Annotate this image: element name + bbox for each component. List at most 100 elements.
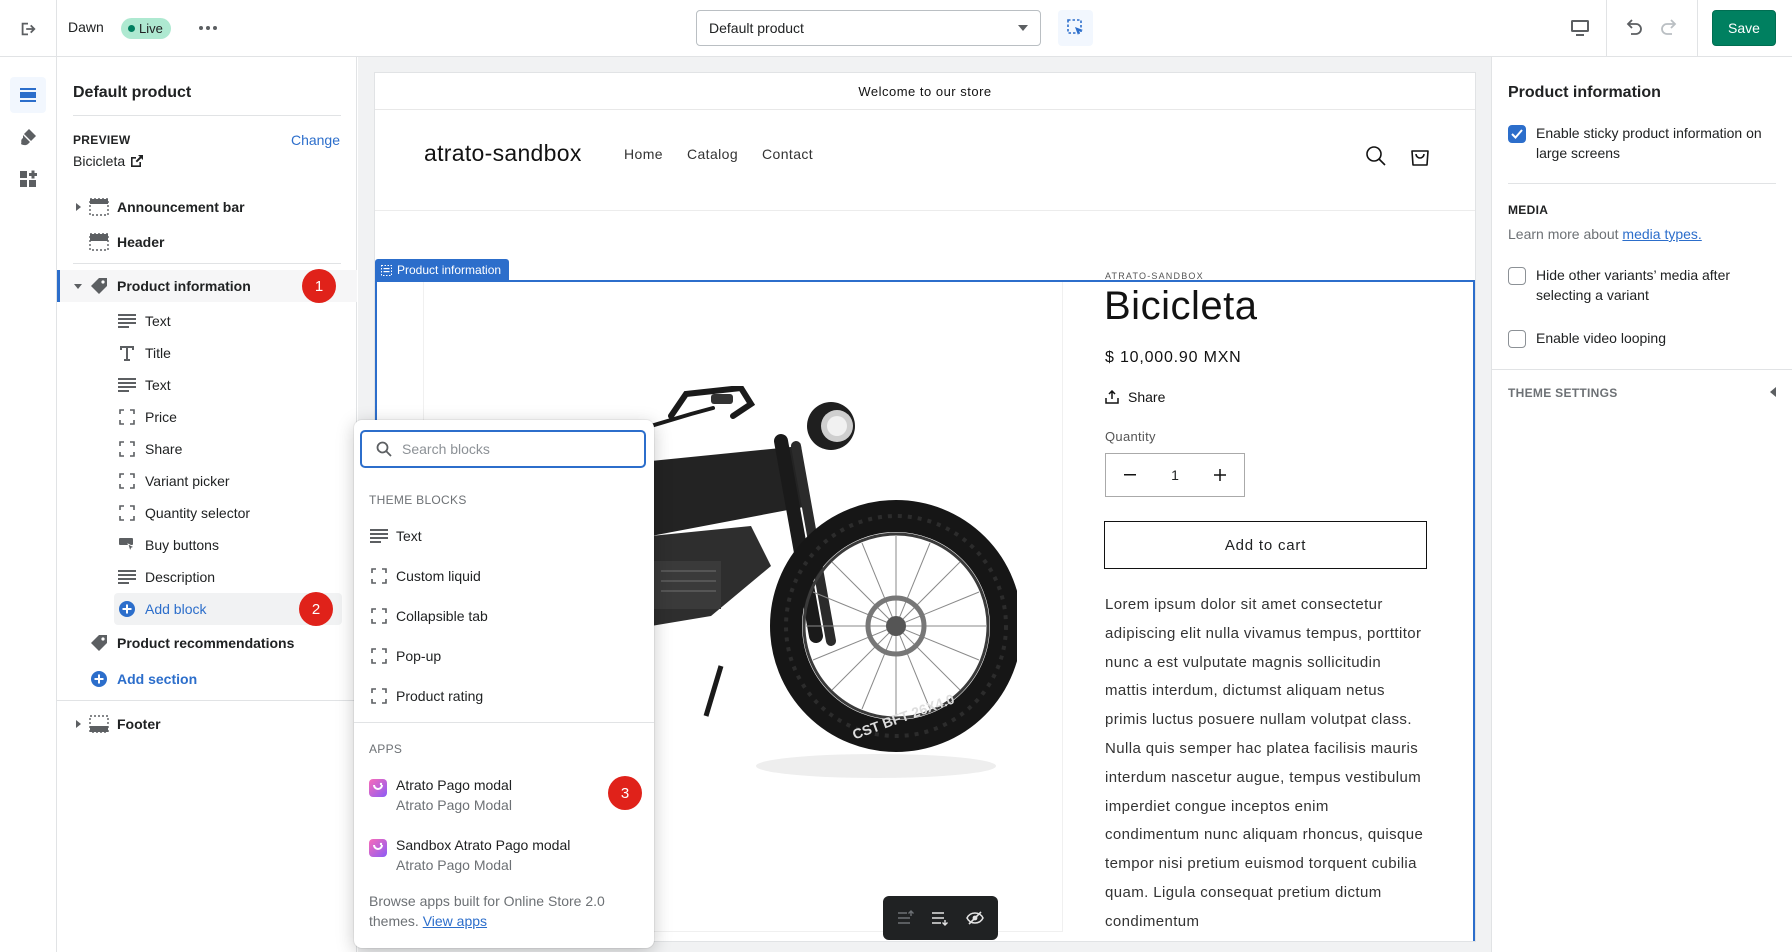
video-looping-label: Enable video looping [1536,330,1666,346]
add-block-popover: Search blocks THEME BLOCKS Text Custom l… [354,420,654,948]
product-image-bicycle[interactable]: CST BFT 26X4.0 [651,386,1017,806]
add-block-label: Add block [145,601,207,617]
search-icon[interactable] [1365,145,1387,167]
nav-home[interactable]: Home [624,146,663,162]
annotation-badge-3: 3 [608,776,642,810]
store-logo[interactable]: atrato-sandbox [424,140,582,167]
add-section-button[interactable]: Add section [57,663,357,695]
search-blocks-input-wrapper[interactable]: Search blocks [360,430,646,468]
block-option-label: Pop-up [396,648,442,664]
app-block-sub: Atrato Pago Modal [396,857,512,873]
sticky-info-label: Enable sticky product information on lar… [1536,125,1762,161]
block-title[interactable]: Title [57,337,357,369]
browse-apps-note: Browse apps built for Online Store 2.0 t… [369,891,629,931]
theme-block-collapsible-tab[interactable]: Collapsible tab [354,598,654,634]
announcement-bar[interactable]: Welcome to our store [375,73,1475,110]
share-label: Share [1128,389,1166,405]
block-share[interactable]: Share [57,433,357,465]
sections-tab-button[interactable] [10,77,46,113]
apps-tab-button[interactable] [10,161,46,197]
product-description: Lorem ipsum dolor sit amet consectetur a… [1105,596,1424,930]
apps-icon [18,169,38,189]
block-text[interactable]: Text [57,305,357,337]
plus-icon[interactable] [1213,469,1226,481]
block-frame-icon [369,566,389,586]
sections-icon [18,85,38,105]
more-actions-button[interactable] [196,16,220,40]
checkmark-icon [1511,129,1523,139]
template-select[interactable]: Default product [696,10,1041,46]
section-footer[interactable]: Footer [57,708,357,740]
sidebar-divider [57,700,357,701]
section-label: Footer [117,716,161,732]
theme-name: Dawn [68,19,104,35]
section-header[interactable]: Header [57,226,357,258]
block-option-label: Text [396,528,422,544]
share-button[interactable]: Share [1105,389,1165,405]
block-frame-icon [117,471,137,491]
block-quantity-selector[interactable]: Quantity selector [57,497,357,529]
header-divider [375,210,1475,211]
block-description[interactable]: Description [57,561,357,593]
theme-block-product-rating[interactable]: Product rating [354,678,654,714]
move-up-icon[interactable] [897,910,915,926]
section-product-recommendations[interactable]: Product recommendations [57,627,357,659]
annotation-badge-1: 1 [302,269,336,303]
change-preview-link[interactable]: Change [291,132,340,148]
plus-circle-icon [89,669,109,689]
quantity-value[interactable]: 1 [1171,467,1179,483]
block-frame-icon [117,503,137,523]
block-option-label: Custom liquid [396,568,481,584]
device-preview-button[interactable] [1566,14,1594,42]
save-button[interactable]: Save [1712,10,1776,46]
cart-icon[interactable] [1409,145,1431,167]
media-types-link[interactable]: media types. [1622,226,1701,242]
hide-eye-icon[interactable] [965,910,984,926]
preview-product[interactable]: Bicicleta [73,153,144,169]
theme-settings-tab-button[interactable] [10,119,46,155]
redo-icon [1658,17,1680,39]
add-to-cart-button[interactable]: Add to cart [1104,521,1427,569]
block-label: Quantity selector [145,505,251,521]
settings-title: Product information [1508,84,1661,101]
block-option-label: Product rating [396,688,484,704]
block-buy-buttons[interactable]: Buy buttons [57,529,357,561]
atrato-app-icon [369,839,387,857]
caret-down-icon [73,281,83,291]
app-block-sandbox-atrato-pago-modal[interactable]: Sandbox Atrato Pago modal Atrato Pago Mo… [354,837,654,881]
search-blocks-input[interactable]: Search blocks [402,441,490,457]
text-lines-icon [117,567,137,587]
media-help-text: Learn more about [1508,226,1619,242]
undo-button[interactable] [1620,14,1648,42]
video-looping-checkbox[interactable] [1508,330,1526,348]
app-block-name: Atrato Pago modal [396,777,512,793]
block-price[interactable]: Price [57,401,357,433]
caret-left-icon[interactable] [1770,387,1776,397]
block-variant-picker[interactable]: Variant picker [57,465,357,497]
live-badge-label: Live [139,21,163,36]
redo-button[interactable] [1655,14,1683,42]
move-down-icon[interactable] [931,910,949,926]
sticky-info-checkbox[interactable] [1508,125,1526,143]
theme-block-pop-up[interactable]: Pop-up [354,638,654,674]
inspector-toggle-button[interactable] [1058,10,1093,46]
exit-button[interactable] [0,0,57,57]
theme-block-custom-liquid[interactable]: Custom liquid [354,558,654,594]
exit-icon [19,20,37,38]
block-label: Text [145,377,171,393]
theme-settings-toggle[interactable]: THEME SETTINGS [1508,386,1618,400]
nav-catalog[interactable]: Catalog [687,146,738,162]
media-heading: MEDIA [1508,203,1549,217]
theme-block-text[interactable]: Text [354,518,654,554]
section-announcement-bar[interactable]: Announcement bar [57,191,357,223]
hide-variants-checkbox[interactable] [1508,267,1526,285]
selected-section-tag: Product information [375,259,510,281]
atrato-app-icon [369,779,387,797]
popover-divider [354,722,654,723]
more-horizontal-icon [199,26,217,30]
minus-icon[interactable] [1124,474,1136,476]
nav-contact[interactable]: Contact [762,146,813,162]
view-apps-link[interactable]: View apps [423,913,487,929]
block-text[interactable]: Text [57,369,357,401]
buy-button-icon [117,535,137,555]
